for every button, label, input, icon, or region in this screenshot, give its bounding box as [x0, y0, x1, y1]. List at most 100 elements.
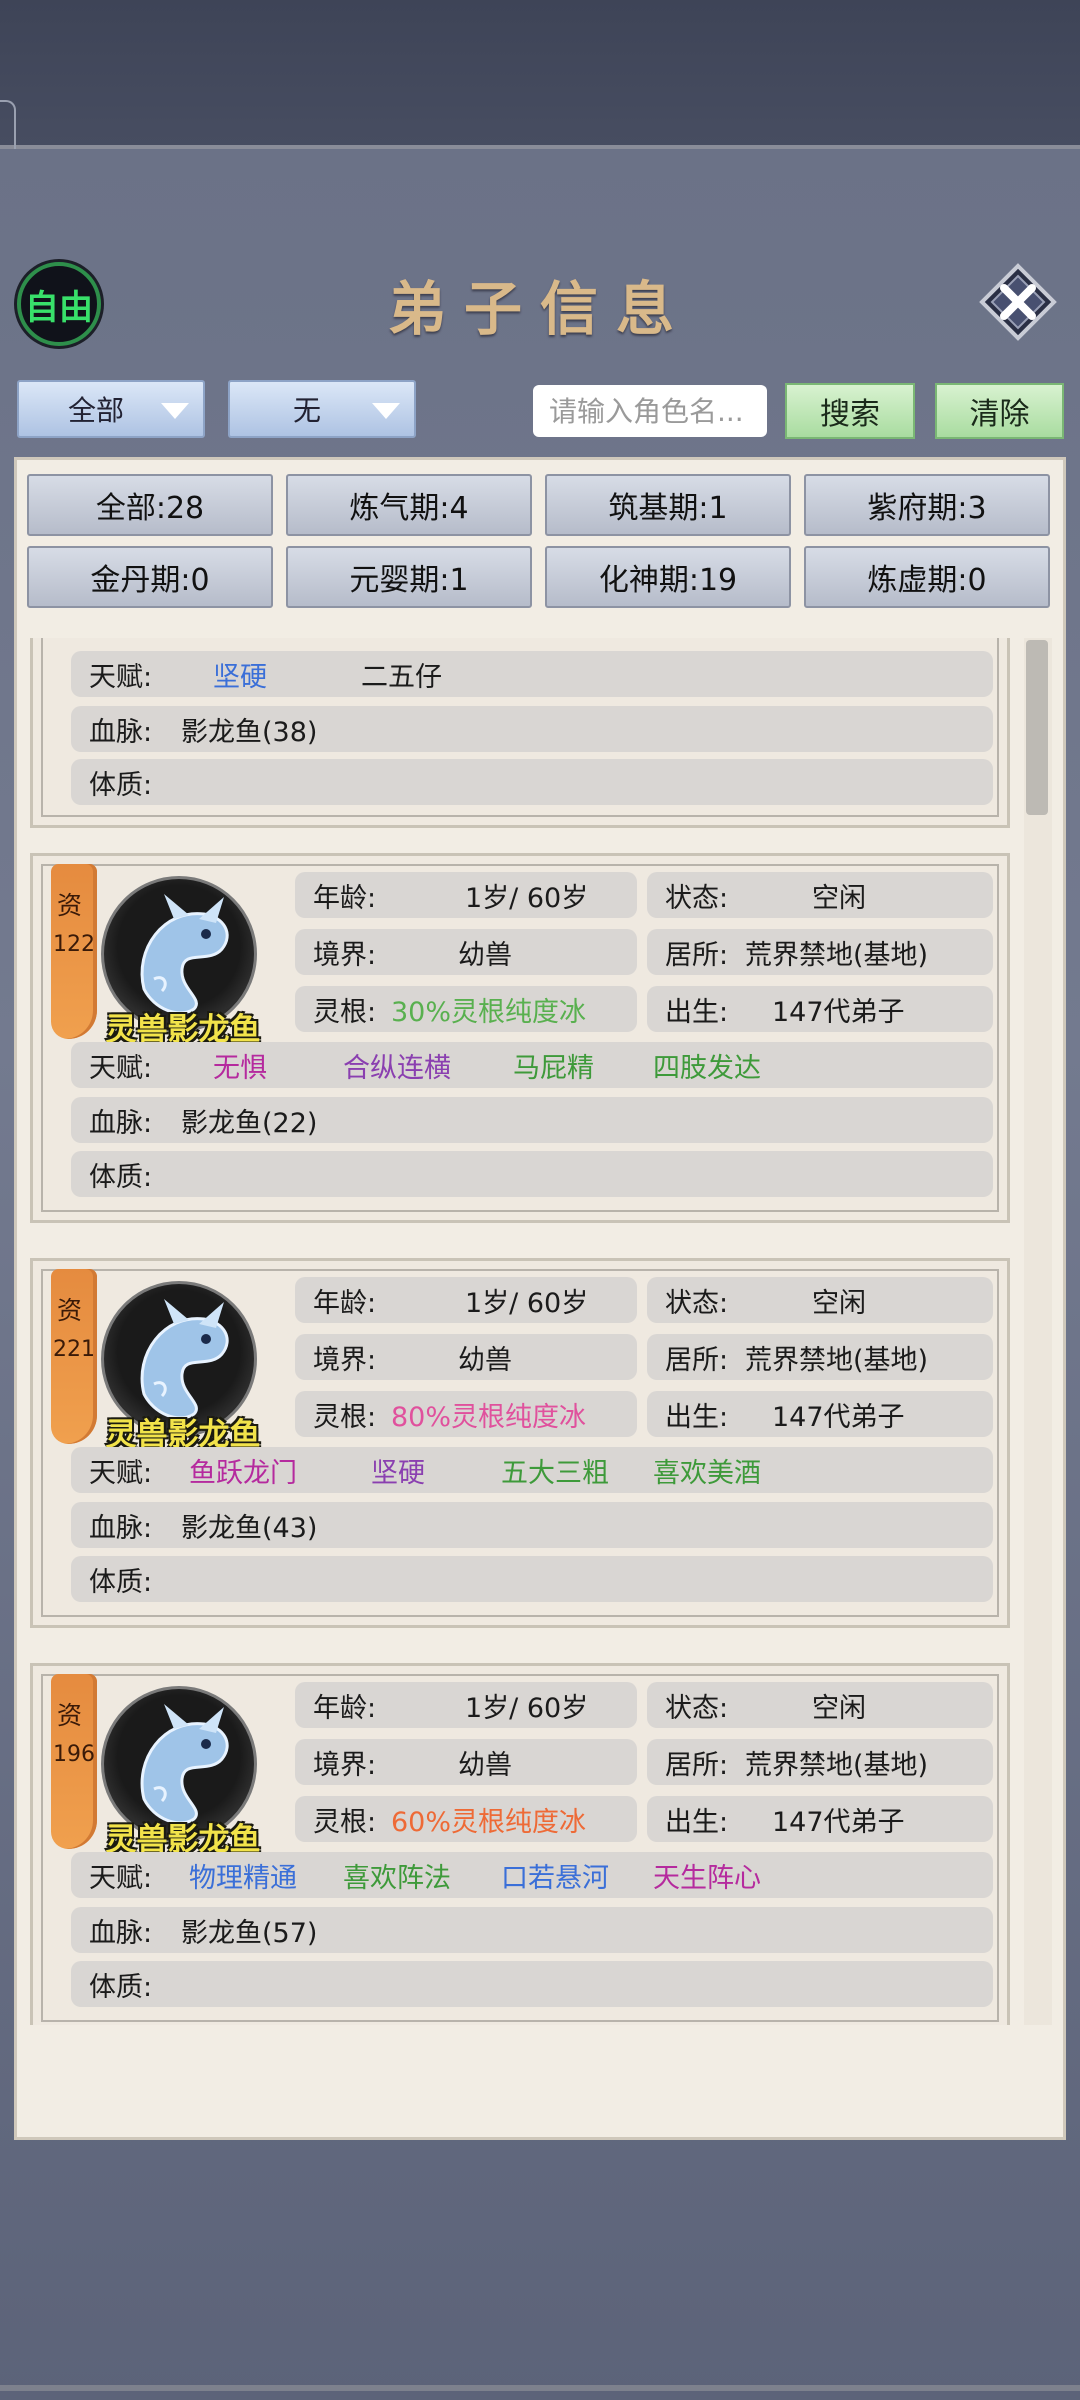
age-value: 1岁/ 60岁: [465, 1692, 589, 1724]
spirit-root-value: 30%灵根纯度冰: [391, 996, 587, 1028]
residence-value: 荒界禁地(基地): [745, 939, 929, 971]
clear-button[interactable]: 清除: [935, 383, 1064, 439]
spirit-root-row: 灵根: 60%灵根纯度冰: [295, 1796, 637, 1842]
spirit-root-row: 灵根: 80%灵根纯度冰: [295, 1391, 637, 1437]
constitution-label: 体质:: [89, 1971, 153, 2003]
age-label: 年龄:: [313, 882, 377, 914]
birth-label: 出生:: [665, 1806, 729, 1838]
residence-row: 居所: 荒界禁地(基地): [647, 1334, 993, 1380]
status-row: 状态: 空闲: [647, 1277, 993, 1323]
birth-row: 出生: 147代弟子: [647, 1796, 993, 1842]
stat-spirit-severing[interactable]: 化神期:19: [545, 546, 791, 608]
talent-tag: 五大三粗: [501, 1457, 609, 1489]
spirit-root-label: 灵根:: [313, 1401, 377, 1433]
talent-tag: 无惧: [213, 1052, 267, 1084]
disciple-card-partial[interactable]: 天赋: 坚硬 二五仔 血脉: 影龙鱼(38) 体质:: [30, 638, 1010, 828]
talent-row: 天赋: 物理精通 喜欢阵法 口若悬河 天生阵心: [71, 1852, 993, 1898]
top-bar: [0, 0, 1080, 254]
talent-tag: 天生阵心: [653, 1862, 761, 1894]
stat-nascent-soul[interactable]: 元婴期:1: [286, 546, 532, 608]
talent-tag: 坚硬: [371, 1457, 425, 1489]
search-button[interactable]: 搜索: [785, 383, 915, 439]
realm-label: 境界:: [313, 939, 377, 971]
status-value: 空闲: [812, 1287, 866, 1319]
age-value: 1岁/ 60岁: [465, 882, 589, 914]
avatar: 资 221 灵兽影龙鱼: [43, 1269, 293, 1464]
stat-qi-refining[interactable]: 炼气期:4: [286, 474, 532, 536]
category-dropdown[interactable]: 全部: [17, 380, 205, 438]
realm-value: 幼兽: [458, 939, 512, 971]
residence-value: 荒界禁地(基地): [745, 1749, 929, 1781]
chevron-down-icon: [372, 403, 400, 419]
realm-row: 境界: 幼兽: [295, 929, 637, 975]
talent-label: 天赋:: [89, 1457, 153, 1489]
status-row: 状态: 空闲: [647, 1682, 993, 1728]
close-button[interactable]: [978, 262, 1058, 342]
talent-tag: 四肢发达: [653, 1052, 761, 1084]
aptitude-label: 资: [57, 891, 83, 920]
bloodline-row: 血脉: 影龙鱼(38): [71, 706, 993, 752]
disciple-card[interactable]: 资 221 灵兽影龙鱼 年龄: 1岁/ 60岁 状态: 空闲 境界: 幼兽 居所…: [30, 1258, 1010, 1628]
aptitude-value: 122: [53, 932, 95, 957]
disciple-list[interactable]: 天赋: 坚硬 二五仔 血脉: 影龙鱼(38) 体质: 资 122 灵兽影龙鱼 年…: [30, 638, 1025, 2025]
bloodline-value: 影龙鱼(38): [181, 716, 318, 748]
stat-all[interactable]: 全部:28: [27, 474, 273, 536]
age-label: 年龄:: [313, 1692, 377, 1724]
talent-tag: 物理精通: [189, 1862, 297, 1894]
attribute-dropdown[interactable]: 无: [228, 380, 416, 438]
spirit-root-label: 灵根:: [313, 996, 377, 1028]
birth-label: 出生:: [665, 1401, 729, 1433]
talent-tag: 马屁精: [513, 1052, 594, 1084]
birth-value: 147代弟子: [772, 1806, 905, 1838]
aptitude-value: 196: [53, 1742, 95, 1767]
talent-label: 天赋:: [89, 1052, 153, 1084]
birth-label: 出生:: [665, 996, 729, 1028]
stat-golden-core[interactable]: 金丹期:0: [27, 546, 273, 608]
spirit-root-row: 灵根: 30%灵根纯度冰: [295, 986, 637, 1032]
realm-row: 境界: 幼兽: [295, 1334, 637, 1380]
realm-value: 幼兽: [458, 1749, 512, 1781]
status-value: 空闲: [812, 882, 866, 914]
residence-label: 居所:: [665, 1344, 729, 1376]
spirit-root-label: 灵根:: [313, 1806, 377, 1838]
realm-row: 境界: 幼兽: [295, 1739, 637, 1785]
age-label: 年龄:: [313, 1287, 377, 1319]
birth-row: 出生: 147代弟子: [647, 1391, 993, 1437]
stat-foundation[interactable]: 筑基期:1: [545, 474, 791, 536]
constitution-label: 体质:: [89, 1161, 153, 1193]
age-value: 1岁/ 60岁: [465, 1287, 589, 1319]
residence-row: 居所: 荒界禁地(基地): [647, 1739, 993, 1785]
talent-tag: 喜欢美酒: [653, 1457, 761, 1489]
age-row: 年龄: 1岁/ 60岁: [295, 1682, 637, 1728]
disciple-card[interactable]: 资 196 灵兽影龙鱼 年龄: 1岁/ 60岁 状态: 空闲 境界: 幼兽 居所…: [30, 1663, 1010, 2025]
search-input[interactable]: [533, 385, 767, 437]
talent-row: 天赋: 无惧 合纵连横 马屁精 四肢发达: [71, 1042, 993, 1088]
constitution-row: 体质:: [71, 1961, 993, 2007]
scrollbar-thumb[interactable]: [1026, 640, 1048, 815]
realm-value: 幼兽: [458, 1344, 512, 1376]
status-label: 状态:: [665, 882, 729, 914]
stat-purple-mansion[interactable]: 紫府期:3: [804, 474, 1050, 536]
bloodline-row: 血脉: 影龙鱼(43): [71, 1502, 993, 1548]
bloodline-label: 血脉:: [89, 1917, 153, 1949]
list-scrollbar[interactable]: [1024, 638, 1052, 2025]
disciple-card[interactable]: 资 122 灵兽影龙鱼 年龄: 1岁/ 60岁 状态: 空闲 境界: 幼兽 居所…: [30, 853, 1010, 1223]
residence-value: 荒界禁地(基地): [745, 1344, 929, 1376]
age-row: 年龄: 1岁/ 60岁: [295, 872, 637, 918]
talent-tag: 合纵连横: [343, 1052, 451, 1084]
stat-void-refining[interactable]: 炼虚期:0: [804, 546, 1050, 608]
status-value: 空闲: [812, 1692, 866, 1724]
aptitude-value: 221: [53, 1337, 95, 1362]
realm-label: 境界:: [313, 1344, 377, 1376]
talent-tag: 口若悬河: [501, 1862, 609, 1894]
talent-tag: 喜欢阵法: [343, 1862, 451, 1894]
age-row: 年龄: 1岁/ 60岁: [295, 1277, 637, 1323]
status-label: 状态:: [665, 1692, 729, 1724]
residence-row: 居所: 荒界禁地(基地): [647, 929, 993, 975]
close-x-icon: [979, 263, 1057, 341]
status-label: 状态:: [665, 1287, 729, 1319]
constitution-row: 体质:: [71, 759, 993, 805]
chevron-down-icon: [161, 403, 189, 419]
talent-tag: 鱼跃龙门: [189, 1457, 297, 1489]
talent-tag: 坚硬: [213, 661, 267, 693]
